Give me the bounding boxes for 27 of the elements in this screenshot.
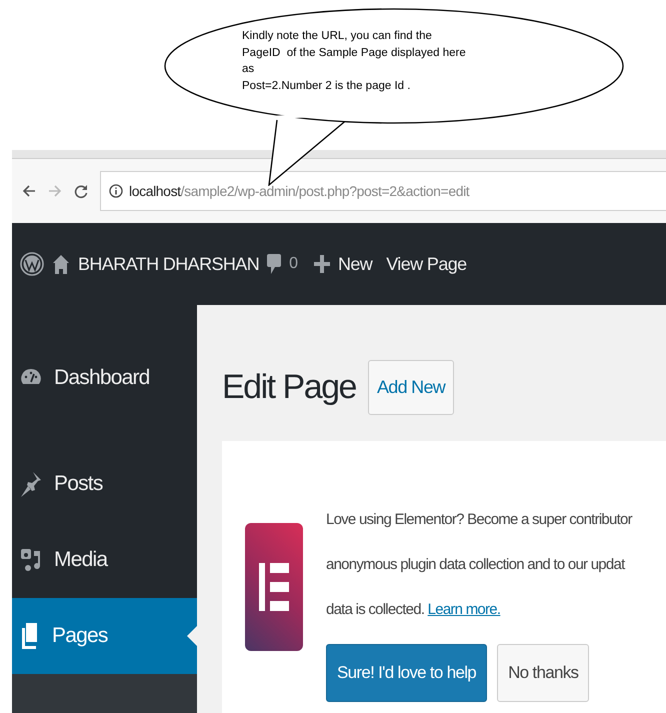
decline-button[interactable]: No thanks — [497, 644, 590, 702]
comment-icon[interactable] — [267, 253, 282, 275]
pages-icon — [20, 622, 40, 650]
url-text: localhost/sample2/wp-admin/post.php?post=2&action=edit — [129, 183, 470, 199]
callout-text: Kindly note the URL, you can find the PageID of the Sample Page displayed here as Post=2.Number 2 is the page Id . — [242, 29, 466, 94]
house-icon[interactable] — [52, 253, 70, 275]
add-new-button[interactable]: Add New — [368, 360, 454, 414]
menu-item[interactable]: Posts — [12, 446, 197, 522]
notice-message: Love using Elementor? Become a super contributor anonymous plugin data collection and to our updat data is collected. Learn more. — [326, 510, 632, 620]
pushpin-icon — [20, 471, 42, 497]
menu-item[interactable]: Dashboard — [12, 340, 197, 416]
comment-count[interactable]: 0 — [289, 255, 298, 273]
media-icon — [20, 547, 42, 573]
elementor-logo-icon — [245, 523, 303, 651]
site-name-link[interactable]: BHARATH DHARSHAN — [78, 254, 260, 274]
view-page-link[interactable]: View Page — [386, 254, 467, 274]
plus-icon[interactable] — [314, 254, 330, 274]
info-icon — [109, 184, 123, 198]
accept-button[interactable]: Sure! I'd love to help — [326, 644, 488, 702]
new-link[interactable]: New — [338, 254, 372, 274]
back-icon[interactable] — [22, 184, 36, 198]
reload-icon[interactable] — [74, 184, 88, 198]
page-heading: Edit Page — [222, 368, 356, 406]
wordpress-logo-icon[interactable] — [20, 252, 44, 276]
menu-item[interactable]: Pages — [12, 598, 197, 674]
menu-item[interactable]: Media — [12, 522, 197, 598]
learn-more-link[interactable]: Learn more. — [428, 600, 500, 618]
